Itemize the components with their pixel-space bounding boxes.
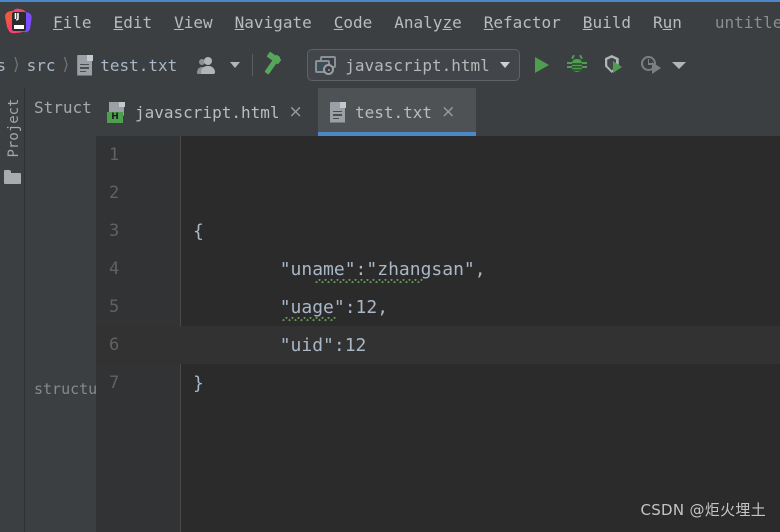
line-number: 5 (109, 297, 120, 317)
browser-globe-icon (315, 56, 337, 75)
run-button[interactable] (526, 50, 556, 80)
editor-line[interactable]: 2 (96, 174, 780, 212)
bug-icon (566, 54, 587, 74)
editor-tab-bar: H javascript.html × test.txt × (96, 88, 780, 136)
ide-window: IJ FFileile Edit View Navigate Code Anal… (0, 0, 780, 532)
breadcrumb-item-file[interactable]: test.txt (100, 56, 177, 75)
editor-line[interactable]: 5 "uage":12, (96, 288, 780, 326)
menu-item-edit[interactable]: Edit (103, 11, 164, 34)
editor-line-current[interactable]: 6 "uid":12 (96, 326, 780, 364)
debug-button[interactable] (562, 50, 592, 80)
profiler-clock-icon (640, 56, 661, 74)
play-icon (534, 57, 549, 73)
main-toolbar: s ⟩ src ⟩ test.txt javascript.html (0, 42, 780, 88)
logo-text: IJ (14, 12, 19, 21)
menu-item-refactor[interactable]: Refactor (473, 11, 572, 34)
chevron-down-icon (499, 62, 510, 68)
line-text: } (193, 372, 204, 394)
editor-tab-label: javascript.html (135, 102, 280, 122)
editor-tab-test-txt[interactable]: test.txt × (318, 88, 476, 136)
vcs-users-icon[interactable] (197, 55, 225, 75)
hammer-icon[interactable] (264, 51, 291, 77)
menu-bar: IJ FFileile Edit View Navigate Code Anal… (0, 2, 780, 42)
spellcheck-underline (282, 317, 336, 321)
editor-tab-javascript-html[interactable]: H javascript.html × (96, 88, 318, 136)
menu-item-code[interactable]: Code (323, 11, 384, 34)
close-icon[interactable]: × (441, 103, 455, 121)
text-file-icon (329, 101, 346, 123)
line-number: 2 (109, 183, 120, 203)
folder-icon[interactable] (4, 170, 21, 184)
menu-item-navigate[interactable]: Navigate (224, 11, 323, 34)
line-text: "uage":12, (193, 296, 389, 318)
menu-item-analyze[interactable]: Analyze (383, 11, 472, 34)
line-text: { (193, 220, 204, 242)
editor-tab-label: test.txt (355, 102, 433, 122)
menu-item-build[interactable]: Build (572, 11, 642, 34)
menu-item-view[interactable]: View (163, 11, 224, 34)
editor-line[interactable]: 3 { (96, 212, 780, 250)
breadcrumb-clipped-root[interactable]: s (0, 56, 6, 75)
html-badge-letter: H (111, 111, 119, 122)
line-number: 4 (109, 259, 120, 279)
spellcheck-underline (315, 279, 423, 283)
breadcrumb-separator-icon: ⟩ (13, 55, 20, 75)
breadcrumb-item-src[interactable]: src (27, 56, 56, 75)
window-title: untitled (714, 12, 780, 32)
csdn-watermark: CSDN @炬火埋土 (640, 501, 766, 519)
editor-line[interactable]: 4 "uname":"zhangsan", (96, 250, 780, 288)
sidebar-item-project[interactable]: Project (6, 90, 22, 166)
editor-line[interactable]: 1 (96, 136, 780, 174)
editor-lines: 1 2 3 { 4 "uname":"zhangsan", 5 "uage":1… (96, 136, 780, 402)
breadcrumb-separator-icon: ⟩ (62, 55, 70, 75)
profile-button[interactable] (634, 50, 664, 80)
toolbar-divider (252, 54, 254, 76)
menu-item-file[interactable]: FFileile (42, 11, 103, 34)
run-coverage-button[interactable] (598, 50, 628, 80)
run-configuration-selector[interactable]: javascript.html (307, 49, 520, 81)
text-file-icon (76, 54, 94, 76)
vcs-chevron-down-icon[interactable] (230, 62, 241, 68)
shield-play-icon (604, 55, 622, 74)
line-text: "uname":"zhangsan", (193, 258, 486, 280)
line-number: 7 (109, 373, 120, 393)
line-number: 3 (109, 221, 120, 241)
line-number: 6 (109, 335, 120, 355)
menu-item-run[interactable]: Run (642, 11, 693, 34)
line-number: 1 (109, 145, 120, 165)
line-text: "uid":12 (193, 334, 367, 356)
left-tool-strip: Project (0, 88, 25, 532)
editor-line[interactable]: 7 } (96, 364, 780, 402)
toolbar-overflow-chevron-down-icon[interactable] (671, 61, 686, 69)
run-configuration-label: javascript.html (345, 55, 490, 75)
html-file-icon: H (107, 101, 127, 123)
structure-panel: Struct structu (25, 88, 97, 532)
intellij-idea-logo-icon: IJ (4, 7, 33, 35)
breadcrumb: s ⟩ src ⟩ test.txt (0, 54, 177, 76)
code-editor[interactable]: 1 2 3 { 4 "uname":"zhangsan", 5 "uage":1… (96, 136, 780, 532)
close-icon[interactable]: × (289, 103, 303, 121)
structure-panel-bottom-label[interactable]: structu (34, 380, 96, 398)
structure-panel-title: Struct (34, 98, 92, 117)
